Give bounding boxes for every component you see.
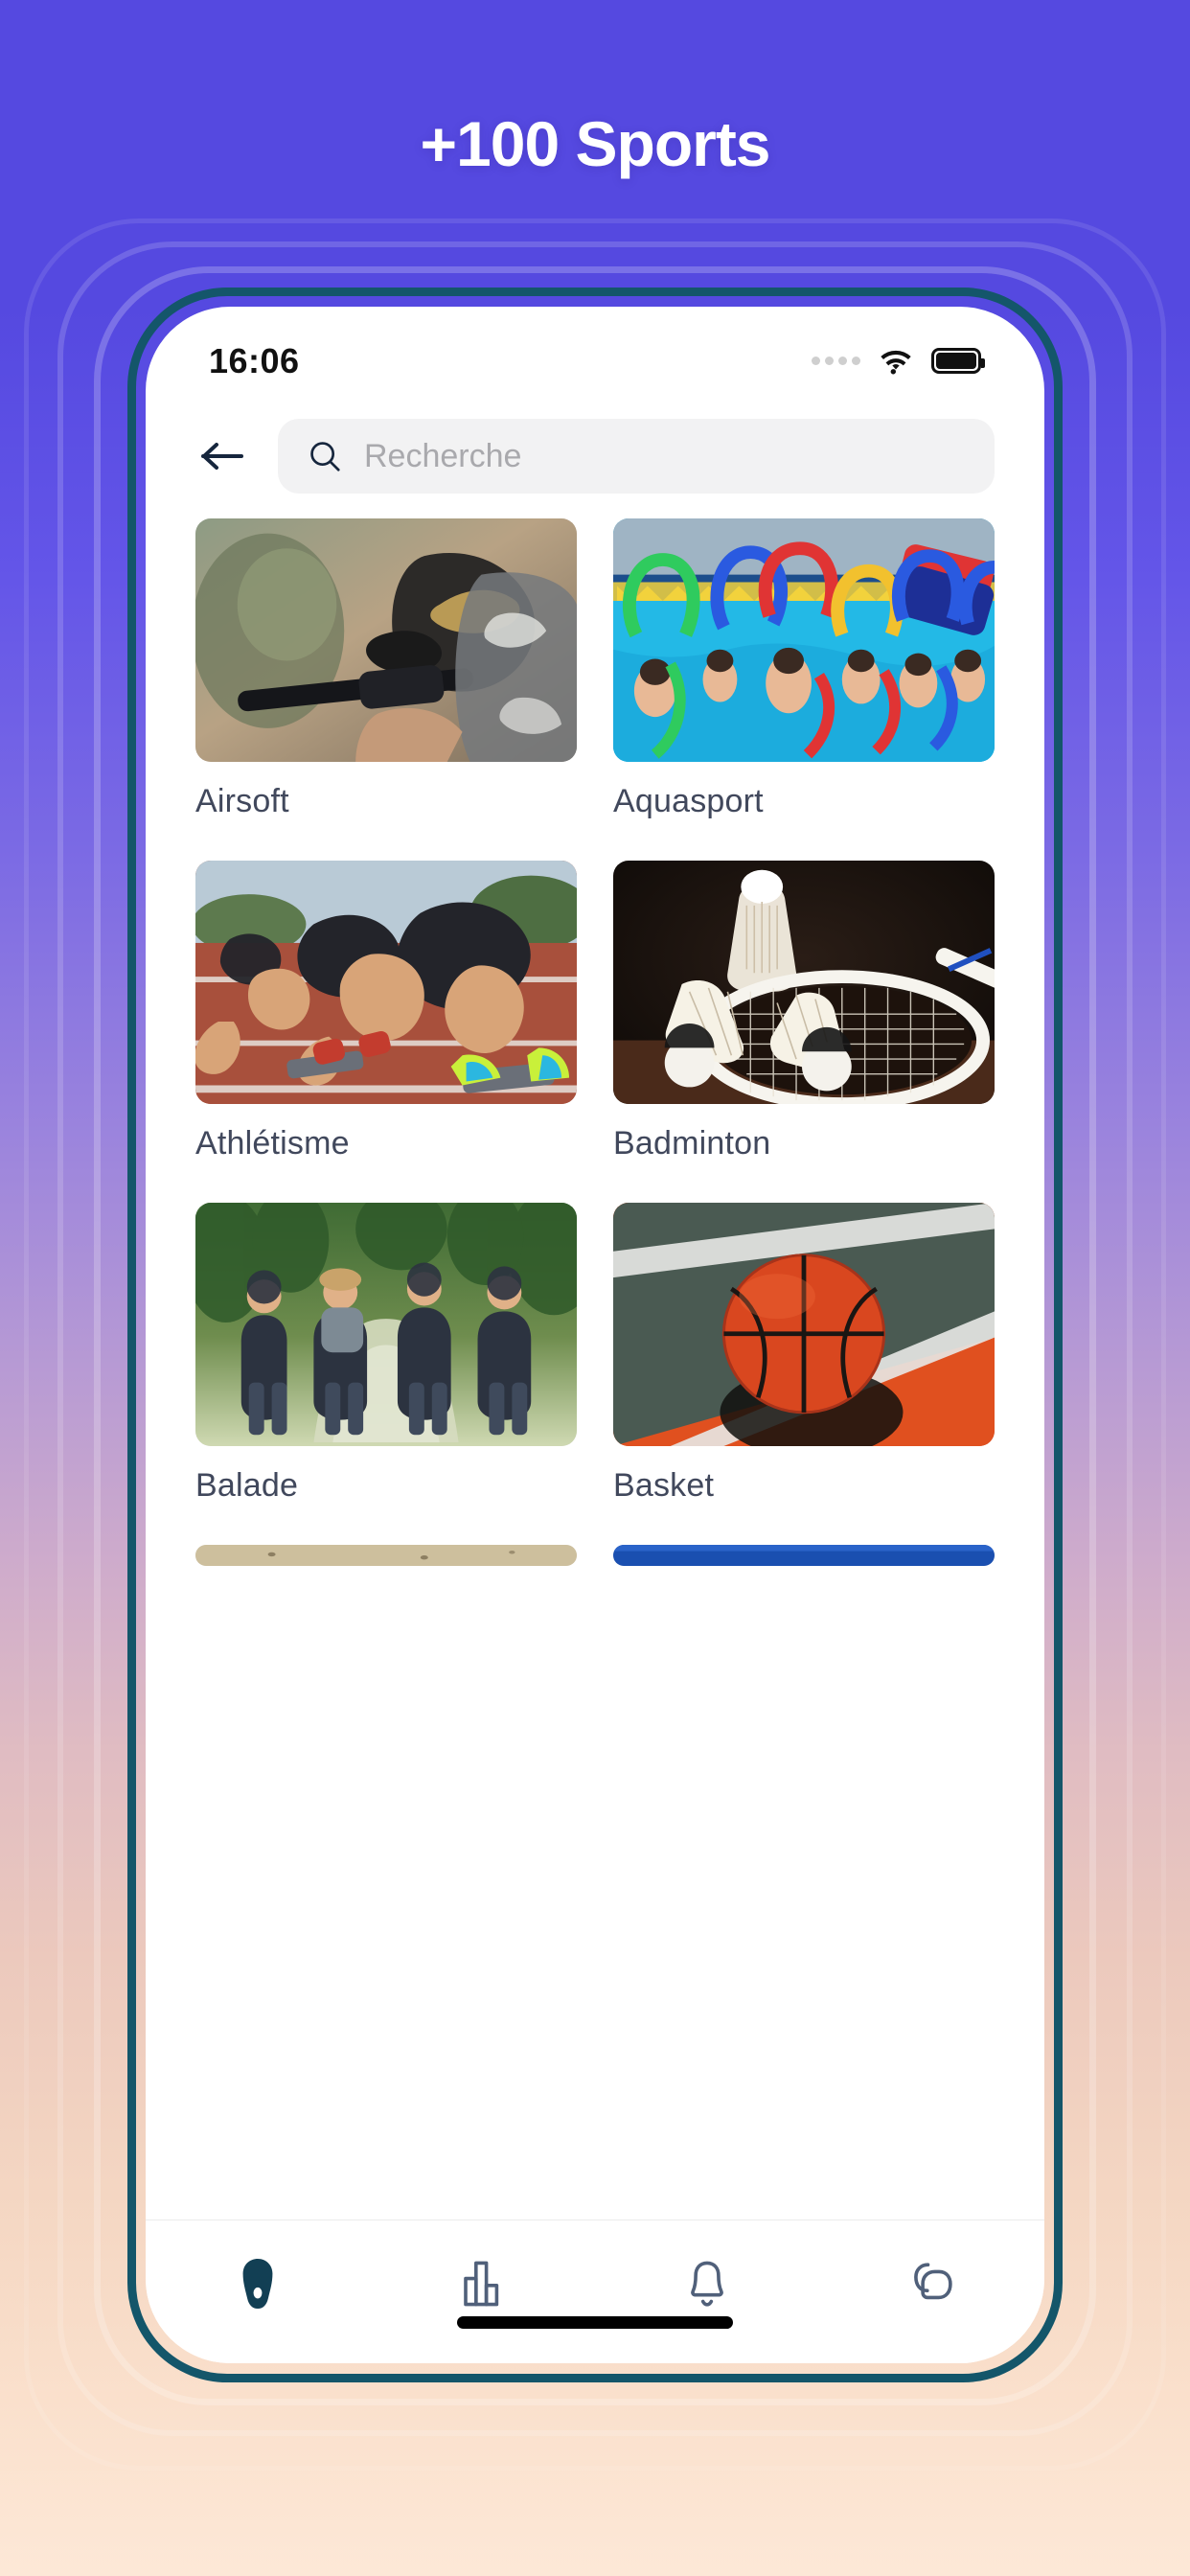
promo-headline-area: +100 Sports (0, 0, 1190, 288)
sport-card-label: Basket (613, 1467, 715, 1504)
home-icon (242, 2258, 273, 2309)
tab-notifications[interactable] (650, 2256, 765, 2312)
sport-card-balade[interactable]: Balade (195, 1203, 577, 1505)
sport-card-label: Airsoft (195, 783, 289, 819)
shuttlecocks-racket-photo (613, 861, 995, 1104)
signal-dots-icon (812, 356, 860, 365)
search-header: Recherche (146, 398, 1044, 518)
status-bar: 16:06 (146, 307, 1044, 398)
search-input[interactable]: Recherche (278, 419, 995, 494)
tab-home[interactable] (200, 2256, 315, 2312)
status-icons (812, 348, 985, 375)
wifi-icon (878, 348, 914, 375)
sports-list-scroll[interactable]: Airsoft Aquasport Athlétisme Badminton B… (146, 518, 1044, 2220)
sport-card-next-right[interactable] (613, 1545, 995, 1566)
bar-chart-icon (463, 2261, 498, 2306)
tab-messages[interactable] (875, 2256, 990, 2312)
promo-headline: +100 Sports (420, 108, 770, 179)
chat-bubbles-icon (913, 2262, 952, 2299)
friends-walking-forest-photo (195, 1203, 577, 1446)
basketball-on-court-photo (613, 1203, 995, 1446)
sport-card-label: Badminton (613, 1125, 771, 1162)
beach-sand-photo-partial (195, 1545, 577, 1566)
sport-card-aquasport[interactable]: Aquasport (613, 518, 995, 820)
arrow-left-icon (201, 443, 243, 470)
battery-full-icon (931, 348, 985, 374)
sport-card-badminton[interactable]: Badminton (613, 861, 995, 1162)
back-button[interactable] (195, 429, 249, 483)
aqua-aerobics-pool-photo (613, 518, 995, 762)
home-indicator (457, 2316, 733, 2329)
phone-screen: 16:06 Recherche Airsoft Aquasport Athlét… (146, 307, 1044, 2363)
search-placeholder: Recherche (364, 437, 522, 474)
bottom-tab-bar (146, 2220, 1044, 2363)
sport-card-airsoft[interactable]: Airsoft (195, 518, 577, 820)
sport-card-label: Balade (195, 1467, 299, 1504)
search-icon (310, 442, 340, 472)
sport-card-basket[interactable]: Basket (613, 1203, 995, 1505)
paintball-player-photo (195, 518, 577, 762)
bell-icon (691, 2261, 724, 2307)
sport-card-label: Athlétisme (195, 1125, 350, 1162)
sport-card-next-left[interactable] (195, 1545, 577, 1566)
sports-grid: Airsoft Aquasport Athlétisme Badminton B… (195, 518, 995, 1606)
status-time: 16:06 (209, 340, 300, 380)
tab-stats[interactable] (425, 2256, 540, 2312)
sport-card-athletisme[interactable]: Athlétisme (195, 861, 577, 1162)
sport-card-label: Aquasport (613, 783, 764, 819)
sprinters-starting-blocks-photo (195, 861, 577, 1104)
blue-mat-photo-partial (613, 1545, 995, 1566)
